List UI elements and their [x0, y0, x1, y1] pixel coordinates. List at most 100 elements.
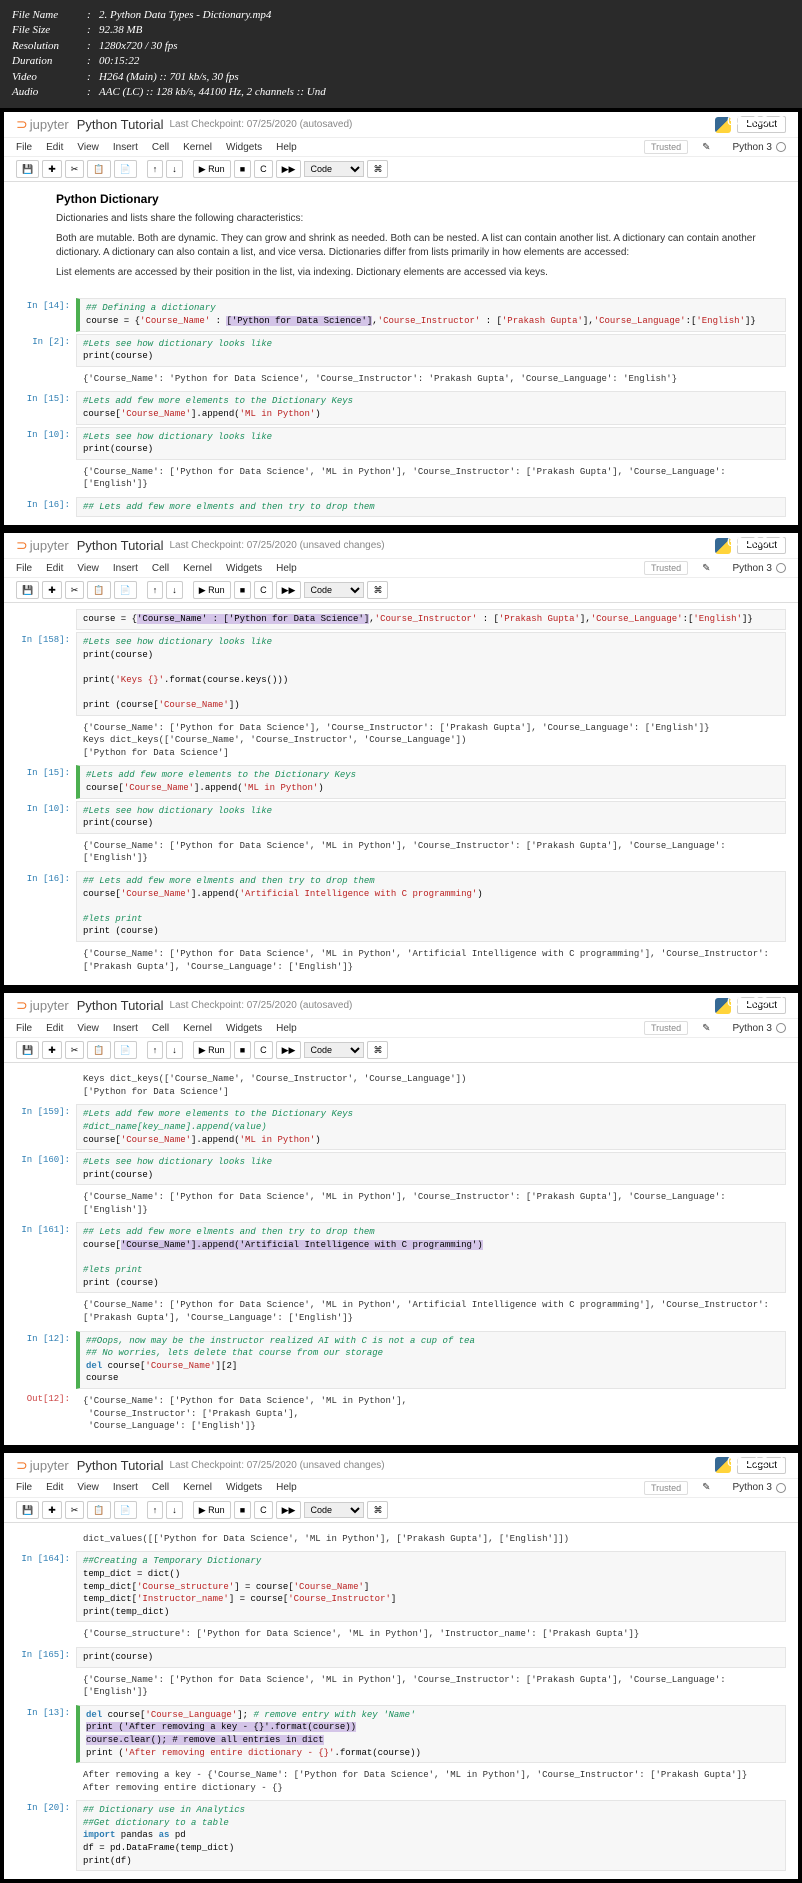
stop-button[interactable]: ■ — [234, 1041, 251, 1059]
code-cell[interactable]: In [161]:## Lets add few more elments an… — [16, 1222, 786, 1293]
code-cell[interactable]: In [10]:#Lets see how dictionary looks l… — [16, 427, 786, 460]
add-cell-button[interactable]: ✚ — [42, 581, 62, 599]
menu-insert[interactable]: Insert — [113, 563, 138, 574]
menu-view[interactable]: View — [77, 1023, 99, 1034]
edit-icon[interactable]: ✎ — [702, 563, 710, 574]
move-up-button[interactable]: ↑ — [147, 1041, 164, 1059]
stop-button[interactable]: ■ — [234, 160, 251, 178]
paste-button[interactable]: 📄 — [114, 1041, 137, 1059]
code-cell[interactable]: In [10]:#Lets see how dictionary looks l… — [16, 801, 786, 834]
kernel-indicator[interactable]: Python 3 — [733, 142, 786, 153]
code-cell[interactable]: In [16]:## Lets add few more elments and… — [16, 871, 786, 942]
menu-file[interactable]: File — [16, 1023, 32, 1034]
trusted-badge[interactable]: Trusted — [644, 561, 688, 575]
restart-run-button[interactable]: ▶▶ — [276, 1501, 302, 1519]
jupyter-logo[interactable]: ⊃jupyter — [16, 537, 69, 554]
trusted-badge[interactable]: Trusted — [644, 140, 688, 154]
menu-help[interactable]: Help — [276, 1023, 297, 1034]
paste-button[interactable]: 📄 — [114, 160, 137, 178]
command-palette-button[interactable]: ⌘ — [367, 160, 388, 178]
menu-view[interactable]: View — [77, 563, 99, 574]
copy-button[interactable]: 📋 — [87, 160, 110, 178]
restart-button[interactable]: C — [254, 1501, 273, 1519]
cut-button[interactable]: ✂ — [65, 160, 85, 178]
cut-button[interactable]: ✂ — [65, 581, 85, 599]
add-cell-button[interactable]: ✚ — [42, 1501, 62, 1519]
kernel-indicator[interactable]: Python 3 — [733, 563, 786, 574]
menu-cell[interactable]: Cell — [152, 563, 169, 574]
restart-button[interactable]: C — [254, 1041, 273, 1059]
add-cell-button[interactable]: ✚ — [42, 1041, 62, 1059]
menu-kernel[interactable]: Kernel — [183, 142, 212, 153]
menu-widgets[interactable]: Widgets — [226, 1023, 262, 1034]
menu-view[interactable]: View — [77, 142, 99, 153]
restart-run-button[interactable]: ▶▶ — [276, 581, 302, 599]
jupyter-logo[interactable]: ⊃jupyter — [16, 997, 69, 1014]
menu-insert[interactable]: Insert — [113, 1023, 138, 1034]
celltype-select[interactable]: Code — [304, 1042, 364, 1058]
menu-insert[interactable]: Insert — [113, 142, 138, 153]
edit-icon[interactable]: ✎ — [702, 142, 710, 153]
code-cell[interactable]: In [160]:#Lets see how dictionary looks … — [16, 1152, 786, 1185]
menu-view[interactable]: View — [77, 1482, 99, 1493]
move-down-button[interactable]: ↓ — [166, 1501, 183, 1519]
code-cell[interactable]: In [159]:#Lets add few more elements to … — [16, 1104, 786, 1150]
menu-edit[interactable]: Edit — [46, 1482, 63, 1493]
copy-button[interactable]: 📋 — [87, 1501, 110, 1519]
code-cell[interactable]: In [164]:##Creating a Temporary Dictiona… — [16, 1551, 786, 1622]
kernel-indicator[interactable]: Python 3 — [733, 1482, 786, 1493]
copy-button[interactable]: 📋 — [87, 581, 110, 599]
cut-button[interactable]: ✂ — [65, 1501, 85, 1519]
code-cell[interactable]: In [13]:del course['Course_Language']; #… — [16, 1705, 786, 1763]
add-cell-button[interactable]: ✚ — [42, 160, 62, 178]
menu-edit[interactable]: Edit — [46, 1023, 63, 1034]
paste-button[interactable]: 📄 — [114, 1501, 137, 1519]
code-cell[interactable]: In [15]:#Lets add few more elements to t… — [16, 765, 786, 798]
markdown-cell[interactable]: Python Dictionary Dictionaries and lists… — [16, 188, 786, 290]
notebook-title[interactable]: Python Tutorial — [77, 1458, 164, 1473]
restart-button[interactable]: C — [254, 160, 273, 178]
menu-cell[interactable]: Cell — [152, 1482, 169, 1493]
menu-kernel[interactable]: Kernel — [183, 1023, 212, 1034]
menu-widgets[interactable]: Widgets — [226, 563, 262, 574]
move-up-button[interactable]: ↑ — [147, 1501, 164, 1519]
menu-edit[interactable]: Edit — [46, 563, 63, 574]
menu-file[interactable]: File — [16, 563, 32, 574]
copy-button[interactable]: 📋 — [87, 1041, 110, 1059]
celltype-select[interactable]: Code — [304, 1502, 364, 1518]
code-cell[interactable]: In [158]:#Lets see how dictionary looks … — [16, 632, 786, 716]
notebook-title[interactable]: Python Tutorial — [77, 538, 164, 553]
celltype-select[interactable]: Code — [304, 161, 364, 177]
command-palette-button[interactable]: ⌘ — [367, 1041, 388, 1059]
trusted-badge[interactable]: Trusted — [644, 1021, 688, 1035]
notebook-title[interactable]: Python Tutorial — [77, 998, 164, 1013]
menu-file[interactable]: File — [16, 142, 32, 153]
kernel-indicator[interactable]: Python 3 — [733, 1023, 786, 1034]
menu-cell[interactable]: Cell — [152, 1023, 169, 1034]
run-button[interactable]: ▶ Run — [193, 581, 231, 599]
save-button[interactable]: 💾 — [16, 1501, 39, 1519]
code-cell[interactable]: In [20]:## Dictionary use in Analytics##… — [16, 1800, 786, 1871]
trusted-badge[interactable]: Trusted — [644, 1481, 688, 1495]
paste-button[interactable]: 📄 — [114, 581, 137, 599]
menu-file[interactable]: File — [16, 1482, 32, 1493]
menu-cell[interactable]: Cell — [152, 142, 169, 153]
edit-icon[interactable]: ✎ — [702, 1023, 710, 1034]
cut-button[interactable]: ✂ — [65, 1041, 85, 1059]
save-button[interactable]: 💾 — [16, 160, 39, 178]
move-down-button[interactable]: ↓ — [166, 581, 183, 599]
run-button[interactable]: ▶ Run — [193, 1501, 231, 1519]
menu-kernel[interactable]: Kernel — [183, 563, 212, 574]
code-cell[interactable]: In [12]:##Oops, now may be the instructo… — [16, 1331, 786, 1389]
menu-edit[interactable]: Edit — [46, 142, 63, 153]
celltype-select[interactable]: Code — [304, 582, 364, 598]
command-palette-button[interactable]: ⌘ — [367, 581, 388, 599]
run-button[interactable]: ▶ Run — [193, 160, 231, 178]
code-cell[interactable]: In [16]:## Lets add few more elments and… — [16, 497, 786, 518]
save-button[interactable]: 💾 — [16, 1041, 39, 1059]
menu-help[interactable]: Help — [276, 142, 297, 153]
menu-widgets[interactable]: Widgets — [226, 1482, 262, 1493]
edit-icon[interactable]: ✎ — [702, 1482, 710, 1493]
jupyter-logo[interactable]: ⊃jupyter — [16, 116, 69, 133]
save-button[interactable]: 💾 — [16, 581, 39, 599]
